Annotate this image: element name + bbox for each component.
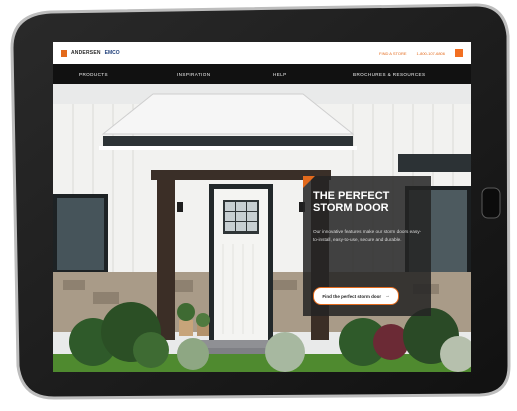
tablet-device: ANDERSEN EMCO FIND A STORE 1-800-107-680…	[6, 2, 511, 402]
brand-logo[interactable]: ANDERSEN EMCO	[61, 48, 120, 58]
andersen-mark-icon	[61, 49, 67, 57]
arrow-right-icon: →	[385, 292, 390, 298]
nav-help[interactable]: HELP	[273, 72, 287, 77]
home-depot-logo-icon[interactable]	[455, 49, 463, 57]
find-store-link[interactable]: FIND A STORE	[379, 51, 407, 56]
brand-name: ANDERSEN	[71, 50, 101, 56]
hero-overlay-panel: THE PERFECT STORM DOOR Our innovative fe…	[303, 176, 431, 316]
utility-links: FIND A STORE 1-800-107-6806	[379, 49, 463, 57]
find-storm-door-button[interactable]: Find the perfect storm door →	[313, 287, 399, 305]
nav-inspiration[interactable]: INSPIRATION	[177, 72, 210, 77]
cta-label: Find the perfect storm door	[322, 293, 382, 299]
hero-description: Our innovative features make our storm d…	[313, 229, 422, 242]
main-nav: PRODUCTS INSPIRATION HELP BROCHURES & RE…	[53, 64, 471, 84]
hero-title: THE PERFECT STORM DOOR	[313, 190, 390, 214]
top-bar: ANDERSEN EMCO FIND A STORE 1-800-107-680…	[53, 42, 471, 65]
phone-link[interactable]: 1-800-107-6806	[417, 51, 445, 56]
corner-accent-icon	[303, 176, 315, 188]
hero: THE PERFECT STORM DOOR Our innovative fe…	[53, 84, 471, 372]
nav-products[interactable]: PRODUCTS	[79, 72, 108, 77]
screen: ANDERSEN EMCO FIND A STORE 1-800-107-680…	[53, 42, 471, 372]
emco-logo: EMCO	[104, 50, 120, 56]
nav-brochures-resources[interactable]: BROCHURES & RESOURCES	[353, 72, 425, 77]
